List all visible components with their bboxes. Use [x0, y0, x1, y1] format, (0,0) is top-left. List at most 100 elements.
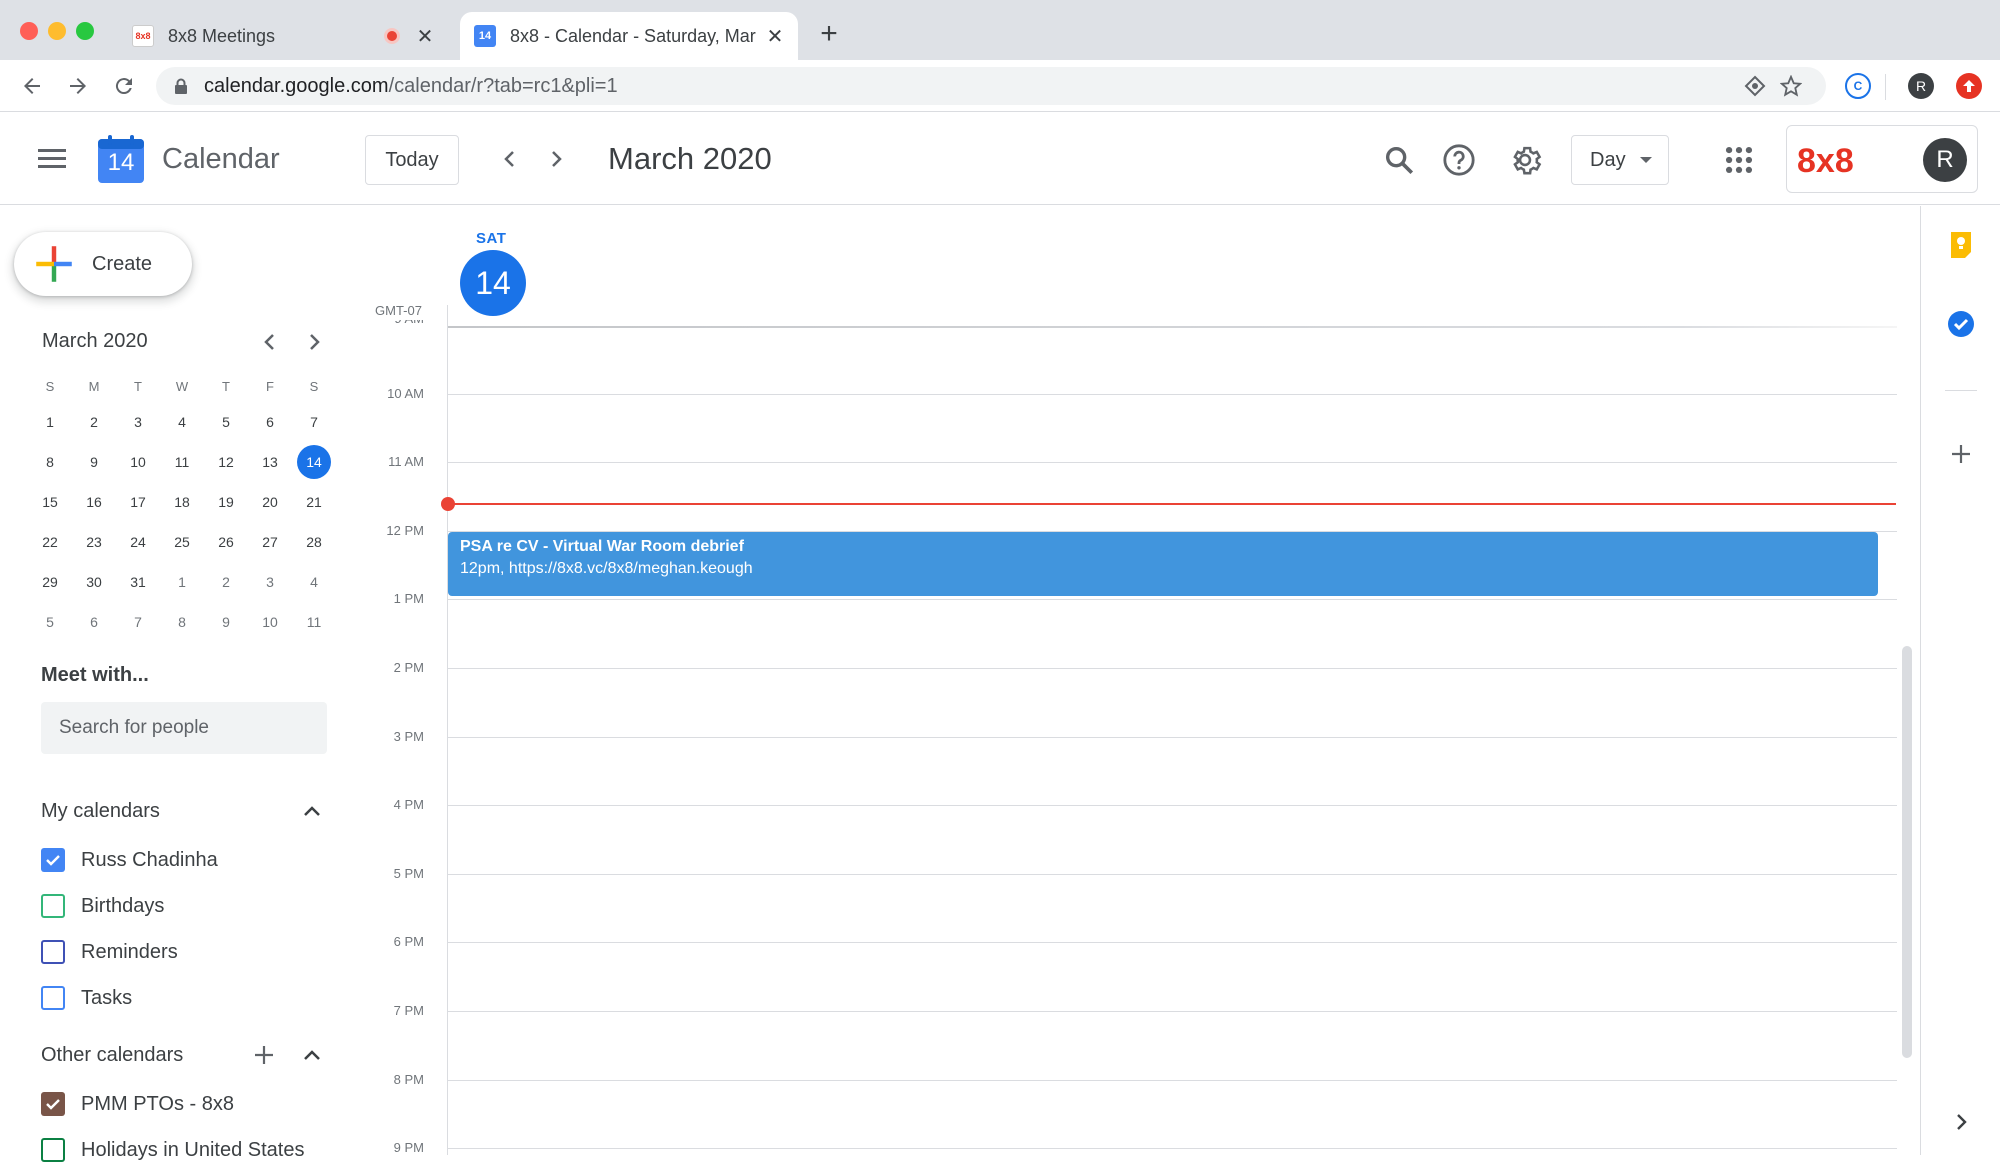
- bookmark-star-icon[interactable]: [1780, 75, 1802, 97]
- forward-button[interactable]: [62, 70, 94, 102]
- settings-gear-icon[interactable]: [1508, 143, 1542, 177]
- calendar-list-item[interactable]: Reminders: [41, 940, 178, 964]
- mini-calendar-day[interactable]: 11: [292, 602, 336, 642]
- create-button[interactable]: Create: [14, 232, 192, 296]
- mini-calendar-day[interactable]: 2: [204, 562, 248, 602]
- mini-calendar-day[interactable]: 4: [292, 562, 336, 602]
- calendar-list-item[interactable]: PMM PTOs - 8x8: [41, 1092, 234, 1116]
- account-avatar[interactable]: R: [1923, 138, 1967, 182]
- mini-calendar-day[interactable]: 6: [72, 602, 116, 642]
- mini-calendar-day[interactable]: 3: [116, 402, 160, 442]
- mini-calendar-day[interactable]: 13: [248, 442, 292, 482]
- minimize-window-button[interactable]: [48, 22, 66, 40]
- main-menu-icon[interactable]: [38, 147, 66, 169]
- close-window-button[interactable]: [20, 22, 38, 40]
- mini-calendar-day[interactable]: 10: [116, 442, 160, 482]
- mini-calendar-day[interactable]: 11: [160, 442, 204, 482]
- mini-calendar-day[interactable]: 27: [248, 522, 292, 562]
- mini-calendar-day[interactable]: 2: [72, 402, 116, 442]
- mini-calendar-day[interactable]: 21: [292, 482, 336, 522]
- mini-calendar-day[interactable]: 19: [204, 482, 248, 522]
- mini-calendar-day[interactable]: 24: [116, 522, 160, 562]
- mini-calendar-day[interactable]: 5: [204, 402, 248, 442]
- mini-calendar-day[interactable]: 16: [72, 482, 116, 522]
- calendar-list-item[interactable]: Tasks: [41, 986, 132, 1010]
- search-people-input[interactable]: [41, 702, 327, 754]
- get-addons-plus-icon[interactable]: [1947, 440, 1975, 468]
- back-button[interactable]: [16, 70, 48, 102]
- extension-icon[interactable]: C: [1845, 73, 1871, 99]
- mini-calendar-day[interactable]: 1: [160, 562, 204, 602]
- mini-calendar-day[interactable]: 10: [248, 602, 292, 642]
- chevron-up-icon[interactable]: [300, 1044, 324, 1068]
- mini-calendar-day[interactable]: 14: [292, 442, 336, 482]
- mini-calendar-day[interactable]: 22: [28, 522, 72, 562]
- mini-calendar-day[interactable]: 23: [72, 522, 116, 562]
- mini-calendar-day[interactable]: 28: [292, 522, 336, 562]
- new-tab-button[interactable]: +: [814, 19, 844, 50]
- today-button[interactable]: Today: [365, 135, 459, 185]
- checked-checkbox[interactable]: [41, 848, 65, 872]
- mini-calendar-day[interactable]: 9: [204, 602, 248, 642]
- mini-calendar-day[interactable]: 7: [116, 602, 160, 642]
- day-grid[interactable]: [447, 326, 1897, 1155]
- next-period-icon[interactable]: [544, 147, 568, 171]
- apps-grid-icon[interactable]: [1722, 143, 1756, 177]
- search-icon[interactable]: [1382, 143, 1416, 177]
- mini-calendar-day[interactable]: 30: [72, 562, 116, 602]
- mini-calendar-day[interactable]: 25: [160, 522, 204, 562]
- tasks-icon[interactable]: [1947, 310, 1975, 338]
- mini-previous-month-icon[interactable]: [258, 330, 282, 354]
- account-switcher[interactable]: 8x8 R: [1786, 125, 1978, 193]
- lens-icon[interactable]: [1744, 75, 1766, 97]
- my-calendars-heading[interactable]: My calendars: [41, 800, 160, 823]
- calendar-list-item[interactable]: Birthdays: [41, 894, 164, 918]
- mini-calendar-day[interactable]: 12: [204, 442, 248, 482]
- close-tab-icon[interactable]: ✕: [764, 25, 786, 48]
- unchecked-checkbox[interactable]: [41, 986, 65, 1010]
- mini-calendar-day[interactable]: 18: [160, 482, 204, 522]
- close-tab-icon[interactable]: ✕: [414, 25, 436, 48]
- reload-button[interactable]: [108, 70, 140, 102]
- browser-tab-calendar[interactable]: 14 8x8 - Calendar - Saturday, Mar ✕: [460, 12, 798, 60]
- calendar-event[interactable]: PSA re CV - Virtual War Room debrief 12p…: [448, 532, 1878, 596]
- scrollbar-thumb[interactable]: [1902, 646, 1912, 1058]
- unchecked-checkbox[interactable]: [41, 1138, 65, 1162]
- mini-calendar-day[interactable]: 3: [248, 562, 292, 602]
- add-calendar-plus-icon[interactable]: [252, 1043, 276, 1067]
- day-number[interactable]: 14: [460, 250, 526, 316]
- checked-checkbox[interactable]: [41, 1092, 65, 1116]
- mini-calendar-day[interactable]: 31: [116, 562, 160, 602]
- calendar-list-item[interactable]: Russ Chadinha: [41, 848, 218, 872]
- address-bar[interactable]: calendar.google.com/calendar/r?tab=rc1&p…: [156, 67, 1826, 105]
- mini-calendar-day[interactable]: 7: [292, 402, 336, 442]
- mini-calendar-day[interactable]: 29: [28, 562, 72, 602]
- profile-avatar[interactable]: R: [1908, 73, 1934, 99]
- mini-next-month-icon[interactable]: [302, 330, 326, 354]
- mini-calendar-day[interactable]: 8: [160, 602, 204, 642]
- other-calendars-heading[interactable]: Other calendars: [41, 1044, 183, 1067]
- keep-icon[interactable]: [1947, 230, 1975, 258]
- unchecked-checkbox[interactable]: [41, 894, 65, 918]
- mini-calendar-day[interactable]: 4: [160, 402, 204, 442]
- expand-panel-chevron-icon[interactable]: [1947, 1108, 1975, 1136]
- mini-calendar-day[interactable]: 20: [248, 482, 292, 522]
- calendar-list-item[interactable]: Holidays in United States: [41, 1138, 304, 1162]
- chevron-up-icon[interactable]: [300, 800, 324, 824]
- mini-calendar-day[interactable]: 26: [204, 522, 248, 562]
- unchecked-checkbox[interactable]: [41, 940, 65, 964]
- mini-calendar-day[interactable]: 6: [248, 402, 292, 442]
- previous-period-icon[interactable]: [498, 147, 522, 171]
- maximize-window-button[interactable]: [76, 22, 94, 40]
- mini-calendar-day[interactable]: 5: [28, 602, 72, 642]
- mini-calendar-day[interactable]: 8: [28, 442, 72, 482]
- mini-calendar-day[interactable]: 15: [28, 482, 72, 522]
- mini-calendar-day[interactable]: 1: [28, 402, 72, 442]
- help-icon[interactable]: [1442, 143, 1476, 177]
- mini-calendar-day[interactable]: 9: [72, 442, 116, 482]
- mini-calendar-day[interactable]: 17: [116, 482, 160, 522]
- calendar-logo[interactable]: 14: [98, 135, 144, 183]
- browser-tab-8x8-meetings[interactable]: 8x8 8x8 Meetings ✕: [118, 12, 448, 60]
- view-selector[interactable]: Day: [1571, 135, 1669, 185]
- update-icon[interactable]: [1956, 73, 1982, 99]
